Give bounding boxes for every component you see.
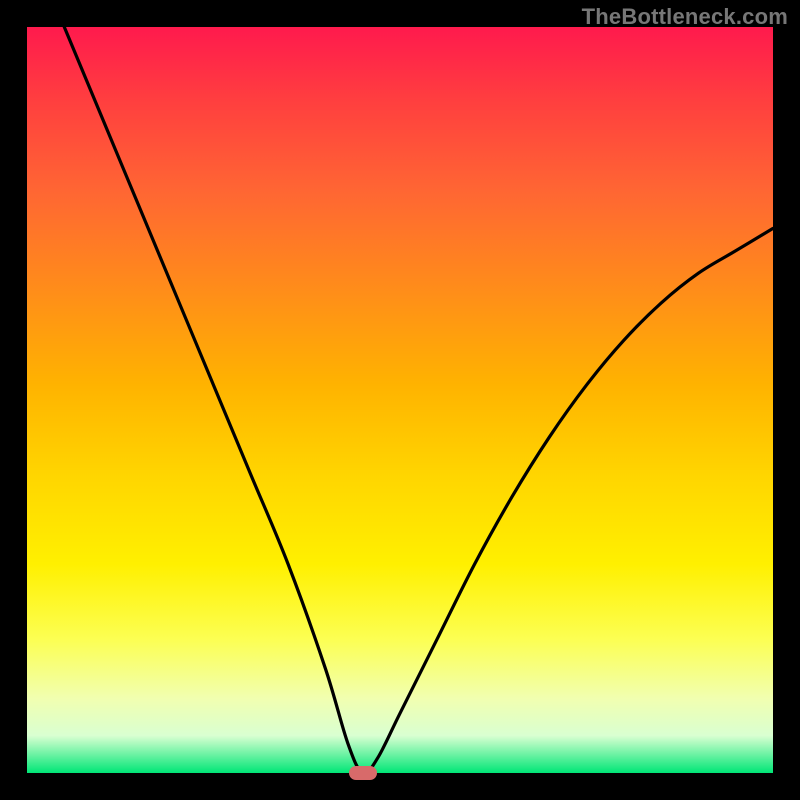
bottleneck-curve bbox=[27, 27, 773, 773]
plot-area bbox=[27, 27, 773, 773]
watermark-text: TheBottleneck.com bbox=[582, 4, 788, 30]
optimal-marker bbox=[349, 766, 377, 780]
chart-frame: TheBottleneck.com bbox=[0, 0, 800, 800]
